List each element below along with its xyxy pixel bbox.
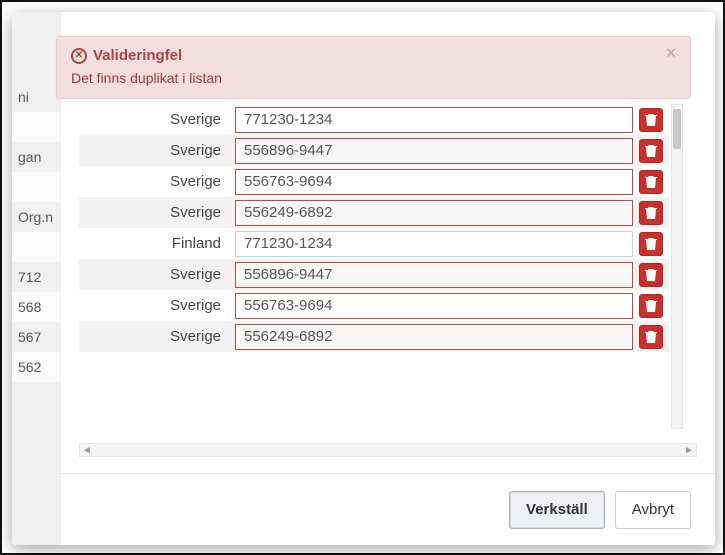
scroll-area: Sverige Sverige Sverige Sverige Finland Sveri… [79,104,697,443]
trash-icon [645,206,657,220]
error-icon: ✕ [71,48,87,64]
table-row: Sverige [79,290,669,321]
app-frame: niganOrg.n712568567562 SverigeSverigeSve… [0,0,725,555]
orgnr-input[interactable] [235,262,633,288]
delete-button[interactable] [639,325,663,349]
orgnr-input[interactable] [235,138,633,164]
table-row: Sverige [79,135,669,166]
scroll-right-icon[interactable]: ► [682,444,696,456]
country-label: Sverige [79,297,229,314]
delete-button[interactable] [639,108,663,132]
table-row: Sverige [79,259,669,290]
table-row: Sverige [79,104,669,135]
close-icon[interactable]: × [662,45,680,63]
delete-button[interactable] [639,139,663,163]
trash-icon [645,268,657,282]
country-label: Sverige [79,142,229,159]
orgnr-input[interactable] [235,293,633,319]
window: niganOrg.n712568567562 SverigeSverigeSve… [12,12,715,545]
org-list: Sverige Sverige Sverige Sverige Finland Sveri… [79,104,669,443]
country-label: Sverige [79,204,229,221]
country-label: Sverige [79,266,229,283]
country-label: Sverige [79,111,229,128]
modal-body: Sverige Sverige Sverige Sverige Finland Sveri… [79,104,697,457]
horizontal-scrollbar[interactable]: ◄ ► [79,443,697,457]
trash-icon [645,330,657,344]
country-label: Sverige [79,173,229,190]
delete-button[interactable] [639,232,663,256]
delete-button[interactable] [639,201,663,225]
delete-button[interactable] [639,294,663,318]
trash-icon [645,299,657,313]
cancel-button[interactable]: Avbryt [615,491,691,529]
orgnr-input[interactable] [235,169,633,195]
alert-subtitle: Det finns duplikat i listan [71,70,654,86]
validation-alert: ✕ Valideringfel Det finns duplikat i lis… [56,36,691,99]
table-row: Sverige [79,166,669,197]
table-row: Finland [79,228,669,259]
trash-icon [645,237,657,251]
vertical-scrollbar[interactable] [671,104,683,429]
country-label: Sverige [79,328,229,345]
orgnr-input[interactable] [235,107,633,133]
delete-button[interactable] [639,170,663,194]
trash-icon [645,144,657,158]
scrollbar-thumb[interactable] [673,109,681,149]
table-row: Sverige [79,197,669,228]
trash-icon [645,175,657,189]
alert-title-row: ✕ Valideringfel [71,47,654,64]
orgnr-input[interactable] [235,231,633,257]
orgnr-input[interactable] [235,324,633,350]
country-label: Finland [79,235,229,252]
apply-button[interactable]: Verkställ [509,491,605,529]
delete-button[interactable] [639,263,663,287]
trash-icon [645,113,657,127]
alert-title: Valideringfel [93,47,182,64]
orgnr-input[interactable] [235,200,633,226]
modal-footer: Verkställ Avbryt [61,473,715,545]
table-row: Sverige [79,321,669,352]
scroll-left-icon[interactable]: ◄ [80,444,94,456]
